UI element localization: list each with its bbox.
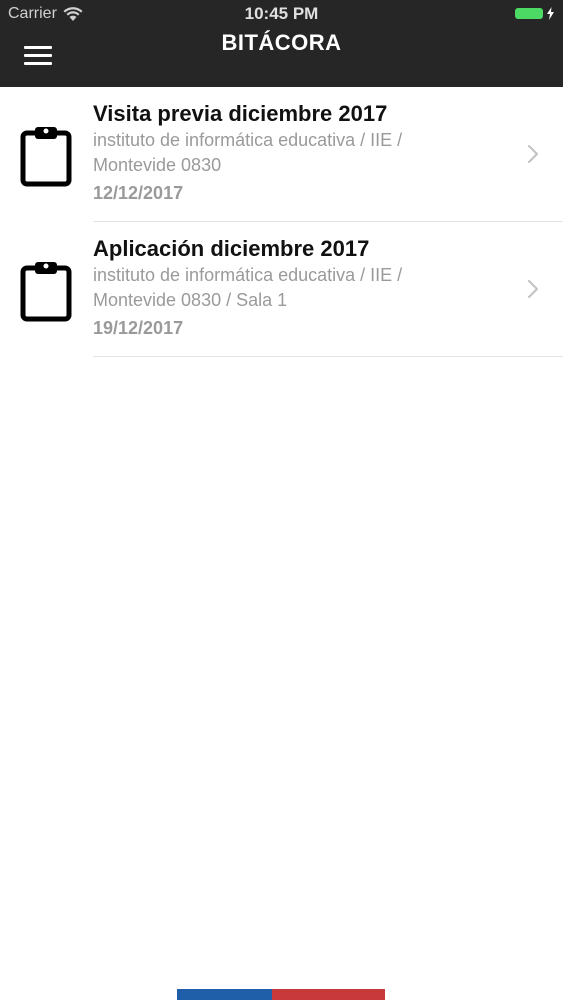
entry-text: Aplicación diciembre 2017 instituto de i…: [93, 236, 515, 341]
clipboard-icon: [20, 262, 72, 322]
app-screen: Carrier 10:45 PM BITÁCORA Visita previa …: [0, 0, 563, 1000]
list-item[interactable]: Aplicación diciembre 2017 instituto de i…: [0, 222, 563, 357]
list-item[interactable]: Visita previa diciembre 2017 instituto d…: [0, 87, 563, 222]
flag-stripe-blue: [177, 989, 272, 1000]
battery-indicator: [515, 7, 555, 20]
entry-text: Visita previa diciembre 2017 instituto d…: [93, 101, 515, 206]
entry-title: Aplicación diciembre 2017: [93, 236, 370, 261]
status-bar: Carrier 10:45 PM: [0, 0, 563, 28]
page-title: BITÁCORA: [221, 30, 342, 55]
entry-location-line1: instituto de informática educativa / IIE…: [93, 130, 403, 150]
entries-list: Visita previa diciembre 2017 instituto d…: [0, 87, 563, 357]
chevron-right-icon: [527, 279, 539, 299]
chevron-right-icon: [527, 144, 539, 164]
entry-location-line2: Montevide 0830 / Sala 1: [93, 290, 288, 310]
battery-icon: [515, 8, 543, 19]
status-time: 10:45 PM: [244, 4, 319, 23]
entry-date: 12/12/2017: [93, 183, 184, 203]
entry-location-line2: Montevide 0830: [93, 155, 222, 175]
row-divider: [93, 356, 563, 357]
entry-date: 19/12/2017: [93, 318, 184, 338]
charging-bolt-icon: [547, 7, 554, 20]
flag-stripe-red: [272, 989, 385, 1000]
bottom-flag-bar: [177, 989, 385, 1000]
entry-location-line1: instituto de informática educativa / IIE…: [93, 265, 403, 285]
clipboard-icon: [20, 127, 72, 187]
entry-title: Visita previa diciembre 2017: [93, 101, 388, 126]
top-header: Carrier 10:45 PM BITÁCORA: [0, 0, 563, 87]
